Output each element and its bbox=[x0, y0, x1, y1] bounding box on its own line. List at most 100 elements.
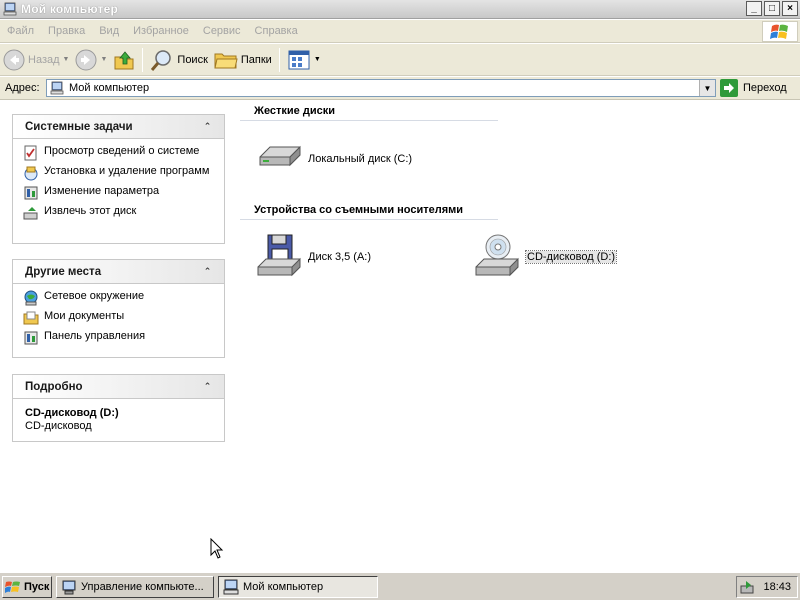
task-add-remove-programs[interactable]: Установка и удаление программ bbox=[23, 165, 216, 181]
toolbar-separator bbox=[278, 47, 280, 72]
taskbar-button-label: Управление компьюте... bbox=[81, 580, 204, 593]
search-icon bbox=[151, 49, 172, 71]
forward-arrow-icon bbox=[75, 49, 97, 70]
task-pane: Системные задачи ⌃ Просмотр сведений о с… bbox=[0, 101, 238, 571]
system-tasks-header[interactable]: Системные задачи ⌃ bbox=[13, 115, 224, 139]
system-tasks-title: Системные задачи bbox=[25, 120, 133, 133]
place-label: Сетевое окружение bbox=[44, 290, 145, 302]
taskbar-button-my-computer[interactable]: Мой компьютер bbox=[218, 575, 378, 598]
system-tasks-panel: Системные задачи ⌃ Просмотр сведений о с… bbox=[12, 114, 225, 244]
views-dropdown-icon[interactable]: ▼ bbox=[314, 56, 321, 63]
menu-tools[interactable]: Сервис bbox=[196, 25, 248, 37]
menu-help[interactable]: Справка bbox=[248, 25, 305, 37]
up-folder-icon bbox=[114, 50, 134, 69]
collapse-chevron-icon[interactable]: ⌃ bbox=[201, 380, 214, 393]
collapse-chevron-icon[interactable]: ⌃ bbox=[201, 120, 214, 133]
start-button[interactable]: Пуск bbox=[2, 575, 52, 598]
drive-label: Диск 3,5 (A:) bbox=[308, 251, 372, 263]
mouse-pointer-icon bbox=[210, 538, 224, 559]
computer-management-icon bbox=[62, 580, 76, 594]
search-button[interactable]: Поиск bbox=[147, 46, 210, 74]
system-tray: 18:43 bbox=[736, 576, 798, 598]
address-input[interactable]: Мой компьютер ▼ bbox=[46, 79, 716, 97]
task-label: Изменение параметра bbox=[44, 185, 160, 197]
other-places-title: Другие места bbox=[25, 265, 102, 278]
my-computer-icon bbox=[50, 81, 64, 95]
hard-drives-header: Жесткие диски bbox=[240, 101, 498, 121]
collapse-chevron-icon[interactable]: ⌃ bbox=[201, 265, 214, 278]
details-panel: Подробно ⌃ CD-дисковод (D:) CD-дисковод bbox=[12, 374, 225, 442]
task-label: Извлечь этот диск bbox=[44, 205, 137, 217]
menu-view[interactable]: Вид bbox=[92, 25, 126, 37]
close-button[interactable]: × bbox=[782, 1, 798, 16]
clock[interactable]: 18:43 bbox=[763, 581, 791, 593]
safely-remove-hardware-icon[interactable] bbox=[740, 580, 756, 595]
folders-button[interactable]: Папки bbox=[211, 46, 275, 74]
folders-label: Папки bbox=[240, 53, 272, 66]
views-button[interactable]: ▼ bbox=[284, 46, 324, 74]
forward-dropdown-icon[interactable]: ▼ bbox=[100, 56, 107, 63]
title-bar[interactable]: Мой компьютер _ □ × bbox=[0, 0, 800, 19]
details-header[interactable]: Подробно ⌃ bbox=[13, 375, 224, 399]
drive-floppy-a[interactable]: Диск 3,5 (A:) bbox=[256, 233, 371, 281]
other-places-panel: Другие места ⌃ Сетевое окружение Мои док… bbox=[12, 259, 225, 358]
maximize-button[interactable]: □ bbox=[764, 1, 780, 16]
back-dropdown-icon[interactable]: ▼ bbox=[63, 56, 70, 63]
menu-bar: Файл Правка Вид Избранное Сервис Справка bbox=[0, 20, 800, 43]
task-change-setting[interactable]: Изменение параметра bbox=[23, 185, 216, 201]
menu-edit[interactable]: Правка bbox=[41, 25, 92, 37]
place-control-panel[interactable]: Панель управления bbox=[23, 330, 216, 346]
toolbar-separator bbox=[142, 47, 144, 72]
task-label: Просмотр сведений о системе bbox=[44, 145, 200, 157]
search-label: Поиск bbox=[177, 53, 208, 66]
back-label: Назад bbox=[28, 53, 60, 66]
windows-logo-icon bbox=[762, 21, 798, 42]
add-remove-programs-icon bbox=[24, 166, 38, 181]
menu-file[interactable]: Файл bbox=[0, 25, 41, 37]
removable-header: Устройства со съемными носителями bbox=[240, 200, 498, 220]
my-computer-icon bbox=[3, 2, 17, 16]
control-panel-icon bbox=[24, 186, 38, 200]
other-places-header[interactable]: Другие места ⌃ bbox=[13, 260, 224, 284]
task-eject-disk[interactable]: Извлечь этот диск bbox=[23, 205, 216, 221]
folders-icon bbox=[214, 53, 238, 68]
minimize-button[interactable]: _ bbox=[746, 1, 762, 16]
go-button[interactable]: Переход bbox=[720, 78, 787, 98]
address-dropdown-icon[interactable]: ▼ bbox=[699, 80, 715, 96]
taskbar: Пуск Управление компьюте... Мой компьюте… bbox=[0, 572, 800, 600]
folder-content[interactable]: Жесткие диски Локальный диск (C:) Устрой… bbox=[240, 101, 800, 571]
drive-cd-d[interactable]: CD-дисковод (D:) bbox=[474, 233, 618, 281]
task-view-system-info[interactable]: Просмотр сведений о системе bbox=[23, 145, 216, 161]
eject-disk-icon bbox=[23, 207, 38, 220]
network-icon bbox=[24, 290, 38, 306]
floppy-drive-icon bbox=[257, 234, 301, 277]
window-title: Мой компьютер bbox=[21, 2, 118, 16]
back-button[interactable]: Назад ▼ bbox=[0, 46, 72, 74]
documents-icon bbox=[23, 311, 39, 325]
forward-button[interactable]: ▼ bbox=[72, 46, 110, 74]
details-title: Подробно bbox=[25, 380, 83, 393]
place-label: Панель управления bbox=[44, 330, 146, 342]
place-my-documents[interactable]: Мои документы bbox=[23, 310, 216, 326]
address-value: Мой компьютер bbox=[69, 82, 150, 94]
drive-local-c[interactable]: Локальный диск (C:) bbox=[256, 135, 412, 183]
place-network[interactable]: Сетевое окружение bbox=[23, 290, 216, 306]
task-label: Установка и удаление программ bbox=[44, 165, 210, 177]
go-label: Переход bbox=[743, 82, 787, 94]
start-label: Пуск bbox=[24, 580, 50, 593]
control-panel-icon bbox=[24, 331, 38, 345]
up-folder-button[interactable] bbox=[110, 46, 138, 74]
drive-label: CD-дисковод (D:) bbox=[524, 250, 618, 264]
system-info-icon bbox=[24, 145, 37, 161]
hard-drive-icon bbox=[259, 145, 301, 167]
menu-favorites[interactable]: Избранное bbox=[126, 25, 196, 37]
address-label: Адрес: bbox=[5, 82, 40, 94]
back-arrow-icon bbox=[3, 49, 25, 70]
place-label: Мои документы bbox=[44, 310, 125, 322]
drive-label: Локальный диск (C:) bbox=[308, 153, 413, 165]
windows-logo-icon bbox=[5, 581, 20, 593]
details-item-name: CD-дисковод (D:) bbox=[25, 407, 119, 419]
go-arrow-icon bbox=[720, 79, 738, 97]
taskbar-button-computer-management[interactable]: Управление компьюте... bbox=[56, 575, 214, 598]
details-item-type: CD-дисковод bbox=[25, 420, 92, 432]
